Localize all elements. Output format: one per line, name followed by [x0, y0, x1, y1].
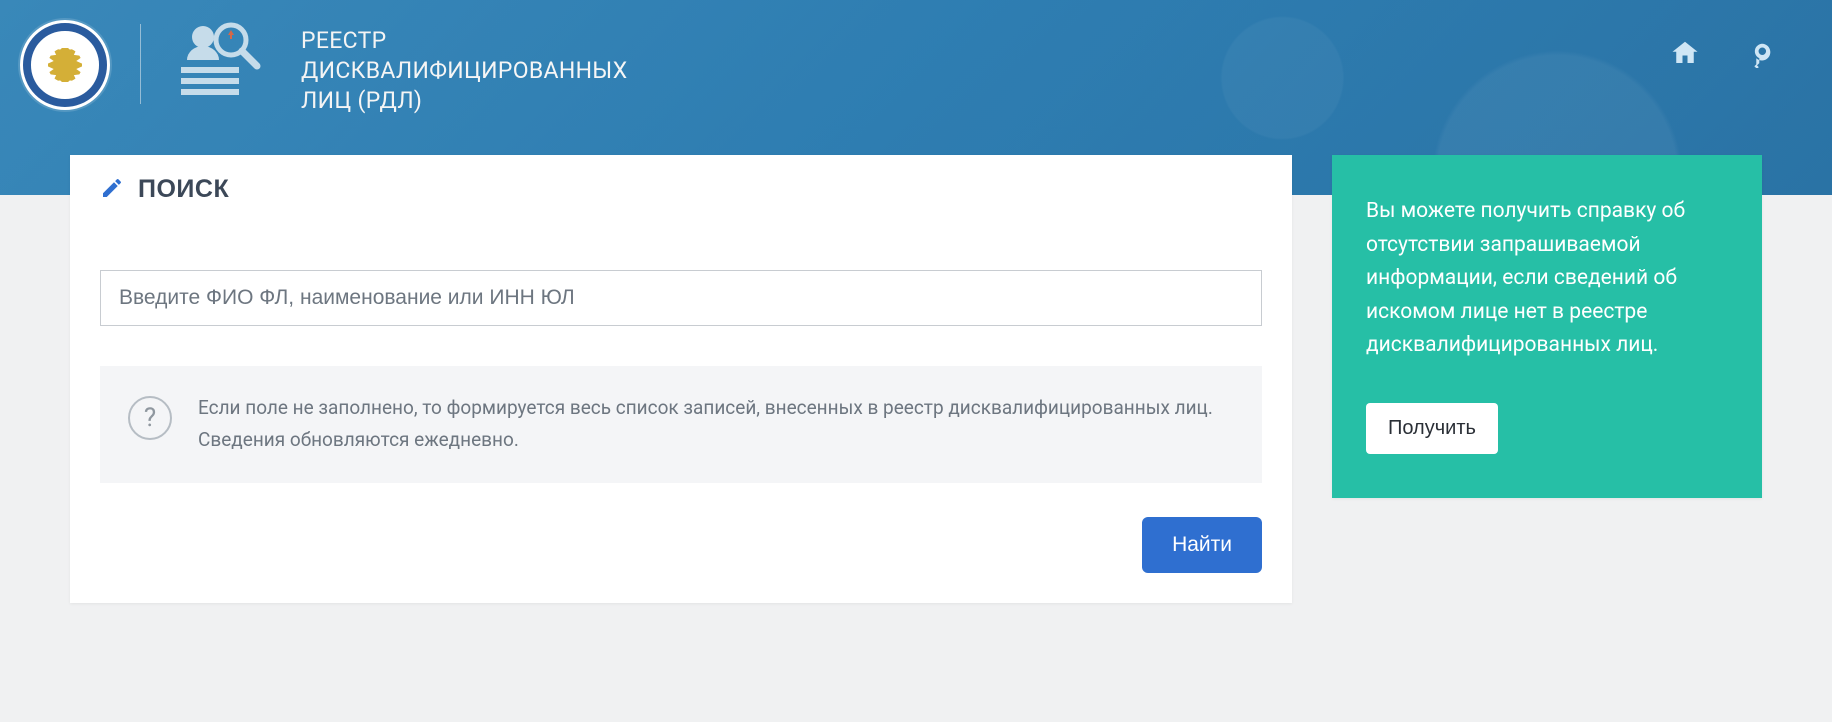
hint-box: ? Если поле не заполнено, то формируется…: [100, 366, 1262, 483]
pencil-icon: [100, 176, 124, 204]
header-divider: [140, 24, 141, 104]
hint-line-1: Если поле не заполнено, то формируется в…: [198, 392, 1213, 424]
panel-heading: ПОИСК: [138, 175, 229, 204]
app-logo-icon: [171, 20, 261, 100]
home-icon[interactable]: [1670, 38, 1700, 68]
app-title: РЕЕСТР ДИСКВАЛИФИЦИРОВАННЫХ ЛИЦ (РДЛ): [301, 26, 627, 116]
sidebox-text: Вы можете получить справку об отсутствии…: [1366, 195, 1728, 363]
title-line-2: ДИСКВАЛИФИЦИРОВАННЫХ: [301, 56, 627, 86]
find-button[interactable]: Найти: [1142, 517, 1262, 573]
title-line-1: РЕЕСТР: [301, 26, 627, 56]
hint-line-2: Сведения обновляются ежедневно.: [198, 424, 1213, 456]
certificate-sidebox: Вы можете получить справку об отсутствии…: [1332, 155, 1762, 498]
search-panel: ПОИСК ? Если поле не заполнено, то форми…: [70, 155, 1292, 603]
question-icon: ?: [128, 396, 172, 440]
title-line-3: ЛИЦ (РДЛ): [301, 86, 627, 116]
search-input[interactable]: [100, 270, 1262, 326]
agency-emblem: [20, 20, 110, 110]
key-icon[interactable]: [1742, 38, 1772, 68]
get-certificate-button[interactable]: Получить: [1366, 403, 1498, 454]
panel-header: ПОИСК: [100, 175, 1262, 218]
